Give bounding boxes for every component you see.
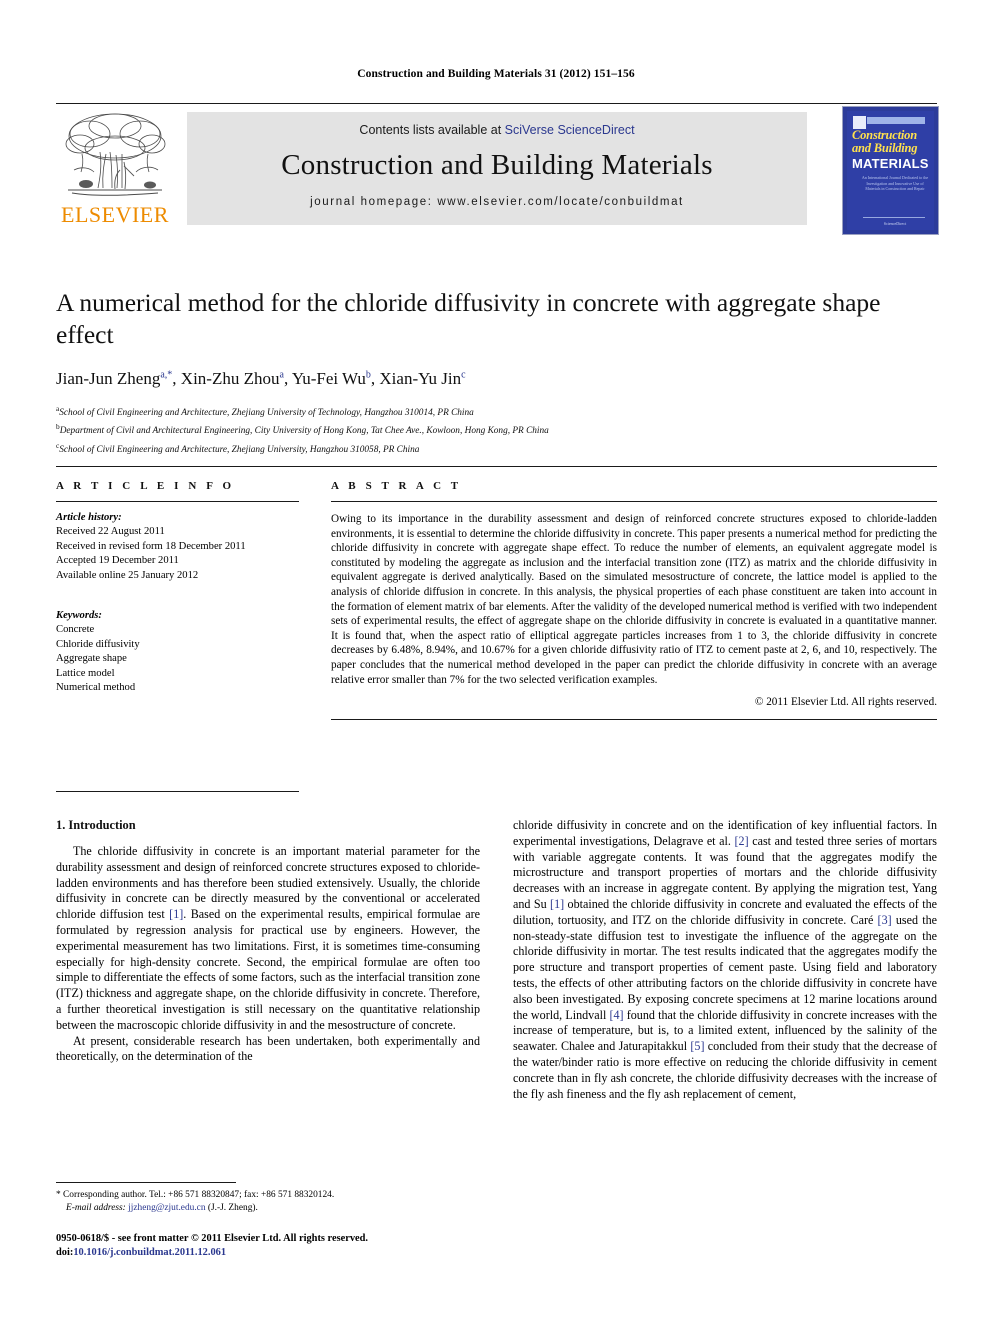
citation-ref[interactable]: [2] [735,834,749,848]
article-info-heading: A R T I C L E I N F O [56,480,235,492]
elsevier-wordmark: ELSEVIER [61,202,169,227]
affiliation-item: cSchool of Civil Engineering and Archite… [56,439,937,457]
email-link[interactable]: jjzheng@zjut.edu.cn [128,1203,205,1213]
author-name: Jian-Jun Zheng [56,369,161,388]
imprint-block: 0950-0618/$ - see front matter © 2011 El… [56,1232,526,1260]
info-abstract-region: A R T I C L E I N F O Article history: R… [56,466,937,793]
author-name: Xian-Yu Jin [379,369,462,388]
journal-masthead: ELSEVIER Contents lists available at Sci… [56,103,939,235]
article-info-bottom-rule [56,791,299,793]
journal-title: Construction and Building Materials [281,149,713,181]
cover-title-line3: MATERIALS [852,156,929,171]
citation-ref[interactable]: [5] [690,1039,704,1053]
doi-label: doi: [56,1247,74,1258]
body-columns: 1. Introduction The chloride diffusivity… [56,818,937,1218]
email-note: E-mail address: jjzheng@zjut.edu.cn (J.-… [56,1202,486,1215]
article-page: Construction and Building Materials 31 (… [0,0,992,1323]
keyword-item: Aggregate shape [56,653,127,665]
article-info-column: A R T I C L E I N F O Article history: R… [56,480,299,793]
author-marks: a [279,369,284,381]
paragraph-segment: . Based on the experimental results, emp… [56,907,480,1032]
cover-divider [863,217,925,218]
paragraph-segment: used the non-steady-state diffusion test… [513,912,937,1022]
history-item: Received in revised form 18 December 201… [56,540,246,552]
title-block: A numerical method for the chloride diff… [56,287,937,457]
author-entry: Xin-Zhu Zhoua [181,369,284,388]
masthead-band: Contents lists available at SciVerse Sci… [187,112,807,225]
citation-ref[interactable]: [1] [169,907,183,921]
sciencedirect-link[interactable]: SciVerse ScienceDirect [505,123,635,137]
contents-available-line: Contents lists available at SciVerse Sci… [187,112,807,137]
abstract-copyright: © 2011 Elsevier Ltd. All rights reserved… [754,696,937,709]
section-heading-introduction: 1. Introduction [56,818,136,832]
elsevier-logo: ELSEVIER [56,110,174,230]
affiliation-text: Department of Civil and Architectural En… [59,426,549,437]
author-entry: Xian-Yu Jinc [379,369,465,388]
author-marks: b [365,369,371,381]
doi-line: doi:10.1016/j.conbuildmat.2011.12.061 [56,1246,526,1260]
abstract-rule [331,501,937,502]
abstract-column: A B S T R A C T Owing to its importance … [331,480,937,721]
corresponding-author-note: * Corresponding author. Tel.: +86 571 88… [56,1189,486,1202]
keywords-block: Keywords: Concrete Chloride diffusivity … [56,609,299,695]
affiliation-text: School of Civil Engineering and Architec… [59,408,474,419]
author-list: Jian-Jun Zhenga,*, Xin-Zhu Zhoua, Yu-Fei… [56,369,466,388]
body-paragraph: At present, considerable research has be… [56,1033,480,1064]
body-column-left: 1. Introduction The chloride diffusivity… [56,818,480,1065]
body-column-right: chloride diffusivity in concrete and on … [513,818,937,1102]
article-history: Article history: Received 22 August 2011… [56,511,299,583]
email-label: E-mail address: [66,1203,126,1213]
author-entry: Jian-Jun Zhenga,* [56,369,172,388]
body-paragraph: The chloride diffusivity in concrete is … [56,844,480,1034]
cover-footer: ScienceDirect [883,221,907,226]
article-info-rule [56,501,299,502]
doi-value[interactable]: 10.1016/j.conbuildmat.2011.12.061 [73,1247,226,1258]
paragraph-segment: obtained the chloride diffusivity in con… [513,896,937,927]
author-name: Yu-Fei Wu [291,369,366,388]
keyword-item: Concrete [56,624,95,636]
keywords-label: Keywords: [56,610,102,622]
cover-inner: Construction and Building MATERIALS An I… [847,111,934,230]
elsevier-tree-icon [60,110,170,202]
issn-copyright-line: 0950-0618/$ - see front matter © 2011 El… [56,1233,369,1244]
page-title: A numerical method for the chloride diff… [56,288,881,349]
affiliation-item: bDepartment of Civil and Architectural E… [56,420,937,438]
abstract-bottom-rule [331,719,937,721]
history-item: Accepted 19 December 2011 [56,555,179,567]
citation-ref[interactable]: [4] [609,1008,623,1022]
contents-prefix: Contents lists available at [359,123,505,137]
journal-homepage-line[interactable]: journal homepage: www.elsevier.com/locat… [187,196,807,208]
cover-blurb: An International Journal Dedicated to th… [861,175,929,192]
affiliation-list: aSchool of Civil Engineering and Archite… [56,402,937,457]
body-paragraph: chloride diffusivity in concrete and on … [513,818,937,1102]
corresponding-mark: * [56,1190,61,1200]
affiliation-item: aSchool of Civil Engineering and Archite… [56,402,937,420]
keyword-item: Chloride diffusivity [56,638,140,650]
footnote-block: * Corresponding author. Tel.: +86 571 88… [56,1189,486,1215]
author-marks: a,* [160,369,173,381]
abstract-text: Owing to its importance in the durabilit… [331,513,937,686]
affiliation-text: School of Civil Engineering and Architec… [59,444,420,455]
citation-ref[interactable]: [3] [878,913,892,927]
citation-ref[interactable]: [1] [550,897,564,911]
running-head: Construction and Building Materials 31 (… [357,68,635,80]
corresponding-text: Corresponding author. Tel.: +86 571 8832… [63,1190,335,1200]
article-history-label: Article history: [56,512,122,523]
history-item: Received 22 August 2011 [56,526,165,538]
cover-title-line2: and Building [852,141,918,155]
keyword-item: Lattice model [56,667,115,679]
abstract-heading: A B S T R A C T [331,480,462,492]
email-owner: (J.-J. Zheng). [207,1203,258,1213]
author-marks: c [461,369,466,381]
author-entry: Yu-Fei Wub [292,369,371,388]
history-item: Available online 25 January 2012 [56,569,199,581]
journal-cover-thumbnail[interactable]: Construction and Building MATERIALS An I… [842,106,939,235]
footnote-rule [56,1182,236,1183]
keyword-item: Numerical method [56,682,136,694]
author-name: Xin-Zhu Zhou [180,369,280,388]
